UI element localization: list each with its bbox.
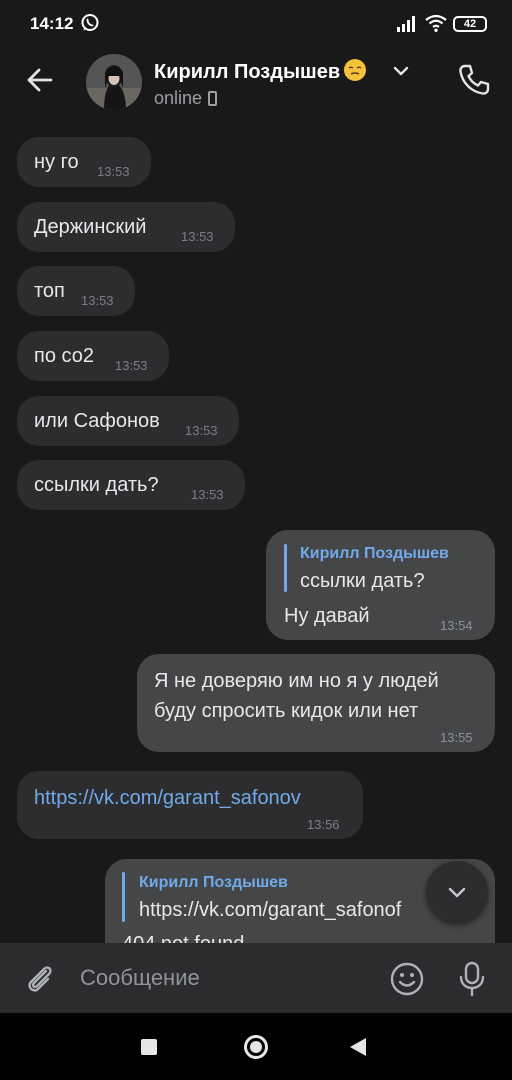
message-link[interactable]: https://vk.com/garant_safonov (34, 787, 301, 810)
message-time: 13:54 (440, 618, 473, 633)
reply-quote-bar (284, 544, 287, 592)
message-bubble-incoming[interactable]: https://vk.com/garant_safonov 13:56 (17, 771, 363, 839)
contact-name[interactable]: Кирилл Поздышев (154, 59, 367, 84)
reply-author: Кирилл Поздышев (139, 874, 288, 891)
message-text: ну го (34, 151, 79, 173)
chat-header: Кирилл Поздышев online (0, 48, 512, 122)
wifi-icon (425, 14, 447, 32)
message-time: 13:55 (440, 730, 473, 745)
scroll-down-button[interactable] (426, 861, 488, 923)
chevron-down-icon[interactable] (392, 62, 410, 80)
message-bubble-incoming[interactable]: Держинский 13:53 (17, 202, 235, 252)
message-time: 13:53 (191, 487, 224, 502)
message-bubble-incoming[interactable]: или Сафонов 13:53 (17, 396, 239, 446)
message-time: 13:53 (81, 293, 114, 308)
smile-icon[interactable] (388, 960, 426, 998)
message-time: 13:53 (185, 423, 218, 438)
phone-icon[interactable] (456, 62, 492, 98)
message-bubble-outgoing[interactable]: Я не доверяю им но я у людей буду спроси… (137, 654, 495, 752)
system-navigation-bar (0, 1013, 512, 1080)
message-text: по со2 (34, 345, 94, 367)
message-text: Держинский (34, 216, 147, 238)
mobile-device-icon (208, 91, 218, 106)
avatar[interactable] (86, 54, 142, 110)
status-time: 14:12 (30, 14, 74, 33)
message-time: 13:53 (115, 358, 148, 373)
message-bubble-incoming[interactable]: по со2 13:53 (17, 331, 169, 381)
message-text: топ (34, 280, 65, 302)
recent-apps-button[interactable] (141, 1039, 157, 1055)
message-text: Ну давай (284, 605, 370, 627)
message-bubble-incoming[interactable]: топ 13:53 (17, 266, 135, 316)
signal-icon (397, 16, 415, 32)
message-bubble-outgoing[interactable]: Кирилл Поздышев ссылки дать? Ну давай 13… (266, 530, 495, 640)
message-time: 13:53 (97, 164, 130, 179)
message-text: или Сафонов (34, 410, 160, 432)
message-input[interactable] (80, 961, 370, 995)
message-text-line: Я не доверяю им но я у людей (154, 670, 439, 692)
reply-text: ссылки дать? (300, 570, 425, 592)
reply-text: https://vk.com/garant_safonof (139, 899, 402, 921)
message-composer (0, 943, 512, 1013)
contact-status: online (154, 88, 218, 109)
home-button[interactable] (244, 1035, 268, 1059)
face-emoji-icon (344, 59, 367, 81)
message-bubble-incoming[interactable]: ну го 13:53 (17, 137, 151, 187)
microphone-icon[interactable] (456, 960, 488, 998)
message-time: 13:56 (307, 817, 340, 832)
reply-author: Кирилл Поздышев (300, 545, 449, 562)
message-text: ссылки дать? (34, 474, 159, 496)
attach-icon[interactable] (22, 961, 58, 997)
battery-indicator: 42 (453, 16, 487, 32)
message-time: 13:53 (181, 229, 214, 244)
message-text-line: буду спросить кидок или нет (154, 700, 419, 722)
chevron-down-icon (448, 887, 466, 898)
reply-quote-bar (122, 872, 125, 922)
system-back-button[interactable] (350, 1038, 366, 1056)
whatsapp-icon (81, 14, 99, 31)
status-bar: 14:12 42 (0, 0, 512, 48)
back-arrow-icon[interactable] (24, 64, 56, 96)
message-bubble-incoming[interactable]: ссылки дать? 13:53 (17, 460, 245, 510)
